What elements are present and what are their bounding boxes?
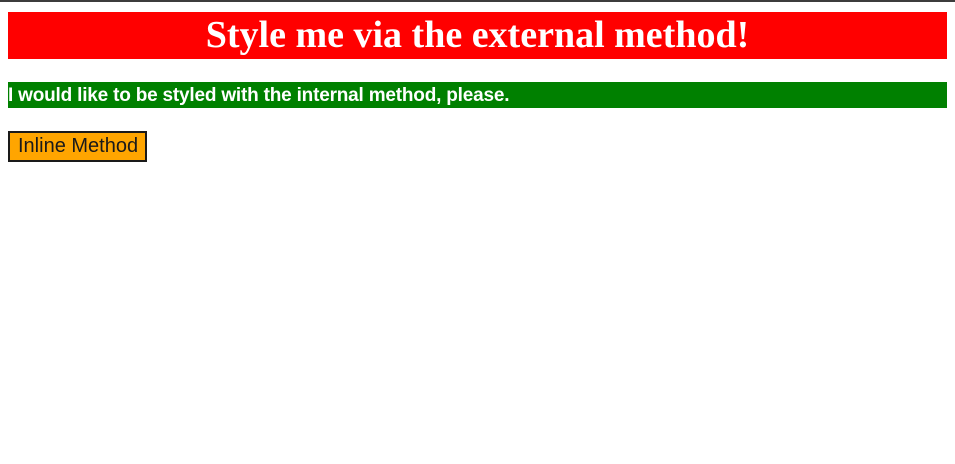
window-top-border xyxy=(0,0,955,2)
inline-method-button[interactable]: Inline Method xyxy=(8,131,148,162)
internal-method-heading: I would like to be styled with the inter… xyxy=(8,82,947,108)
external-method-heading: Style me via the external method! xyxy=(8,12,947,59)
page-content: Style me via the external method! I woul… xyxy=(8,12,947,162)
